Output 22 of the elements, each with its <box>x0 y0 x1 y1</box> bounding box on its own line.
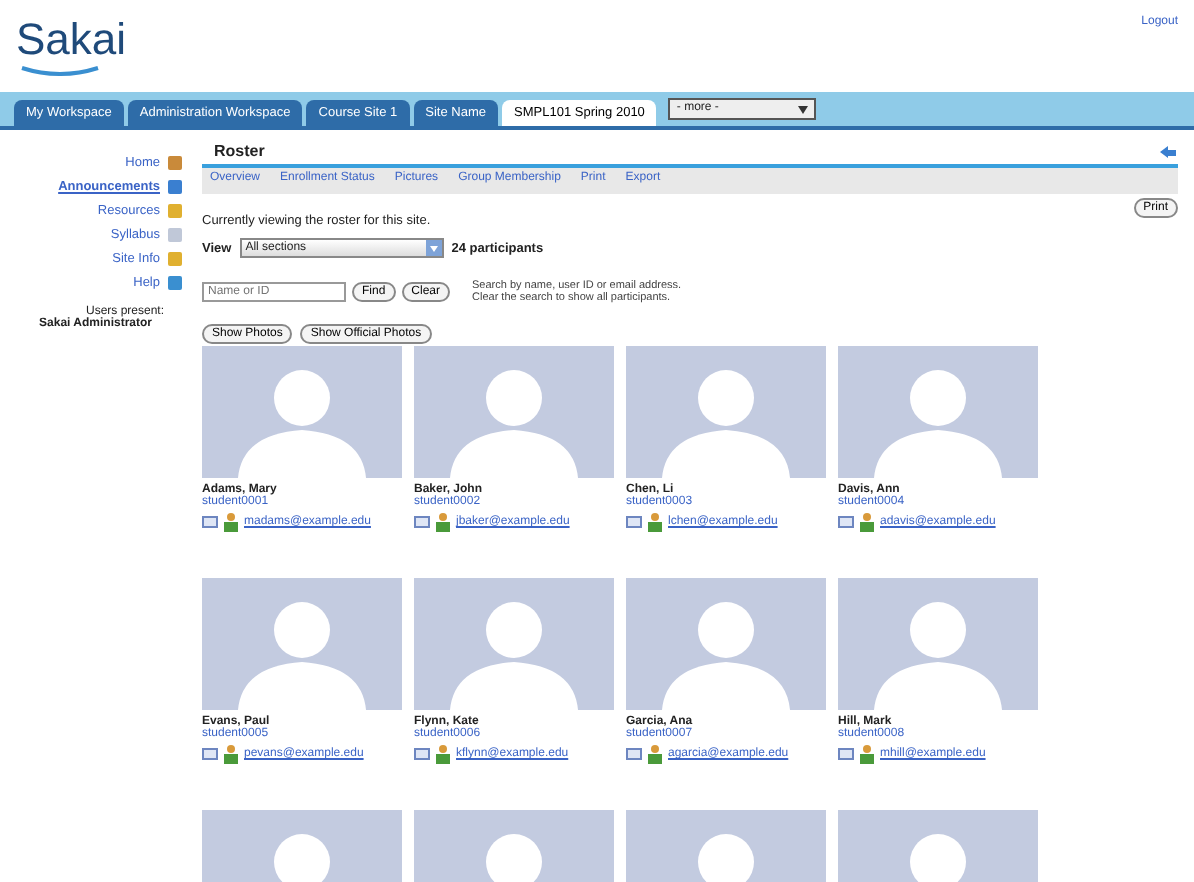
mail-icon <box>626 516 642 528</box>
site-logo: Sakai <box>16 16 127 64</box>
person-icon <box>646 744 664 764</box>
person-icon <box>858 744 876 764</box>
person-icon <box>222 744 240 764</box>
reset-icon[interactable] <box>1158 143 1178 159</box>
mail-icon <box>626 748 642 760</box>
person-icon <box>646 512 664 532</box>
person-icon <box>858 512 876 532</box>
mail-icon <box>202 748 218 760</box>
mail-icon <box>838 516 854 528</box>
dropdown-arrow-icon <box>798 105 809 113</box>
mail-icon <box>414 516 430 528</box>
person-icon <box>222 512 240 532</box>
person-icon <box>434 512 452 532</box>
swoosh-icon <box>20 64 100 76</box>
person-icon <box>434 744 452 764</box>
mail-icon <box>202 516 218 528</box>
tool-title: Roster <box>212 142 265 160</box>
dropdown-arrow-icon <box>425 240 442 256</box>
mail-icon <box>838 748 854 760</box>
mail-icon <box>414 748 430 760</box>
